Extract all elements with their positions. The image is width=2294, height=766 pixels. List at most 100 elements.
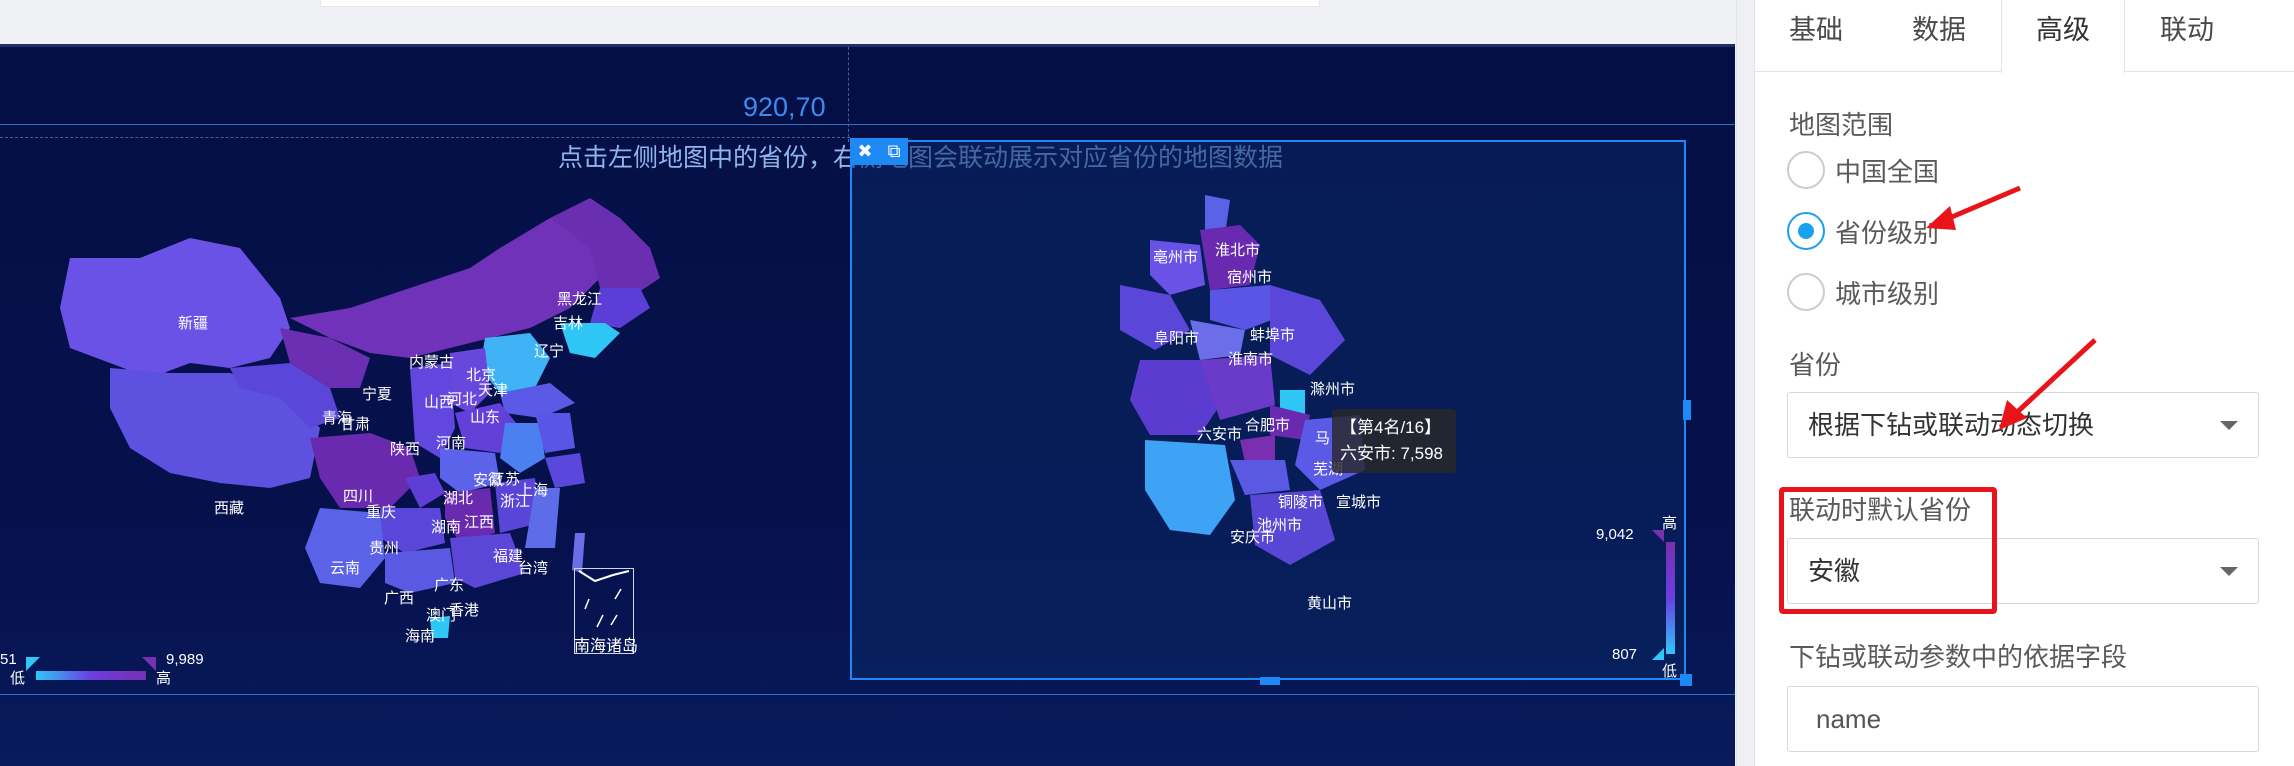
resize-handle-bottom[interactable] bbox=[1260, 677, 1280, 685]
legend-high-label: 高 bbox=[1662, 515, 1678, 532]
map-label: 江西 bbox=[464, 514, 495, 531]
radio-china-nationwide[interactable]: 中国全国 bbox=[1787, 150, 1939, 190]
close-icon[interactable]: ✖ bbox=[858, 142, 873, 161]
radio-city-level[interactable]: 城市级别 bbox=[1787, 272, 1939, 312]
annotation-arrow-icon bbox=[1999, 338, 2097, 430]
anhui-map-label: 黄山市 bbox=[1307, 595, 1353, 612]
legend-low-marker bbox=[1652, 648, 1664, 660]
region-chongqing[interactable] bbox=[405, 473, 445, 508]
map-label: 云南 bbox=[330, 560, 361, 577]
legend-min-value: 807 bbox=[1612, 646, 1638, 663]
anhui-map-label: 蚌埠市 bbox=[1250, 327, 1296, 344]
legend-gradient-bar bbox=[36, 671, 146, 680]
anhui-map-label: 合肥市 bbox=[1245, 417, 1291, 434]
legend-max-value: 9,989 bbox=[166, 651, 204, 668]
anhui-map-legend: 9,042 高 807 低 bbox=[1596, 512, 1686, 682]
board-top-border bbox=[0, 44, 1735, 47]
legend-high-marker bbox=[1652, 530, 1664, 542]
basis-field-input[interactable]: name bbox=[1787, 686, 2259, 752]
canvas-area[interactable]: 920,70 点击左侧地图中的省份，右侧地图会联动展示对应省份的地图数据 新疆 … bbox=[0, 0, 1748, 766]
region-anqing[interactable] bbox=[1145, 440, 1235, 535]
map-label: 山西 bbox=[424, 394, 455, 411]
map-label: 湖南 bbox=[431, 519, 462, 536]
map-tooltip: 【第4名/16】 六安市: 7,598 bbox=[1332, 409, 1456, 473]
map-label: 广西 bbox=[384, 590, 415, 607]
radio-label: 城市级别 bbox=[1835, 278, 1940, 309]
map-label: 江苏 bbox=[490, 471, 521, 488]
map-label: 辽宁 bbox=[534, 343, 565, 360]
south-sea-label: 南海诸岛 bbox=[574, 638, 639, 655]
widget-toolbar: ✖ ⧉ bbox=[850, 138, 908, 165]
radio-circle[interactable] bbox=[1787, 151, 1825, 189]
region-taiwan[interactable] bbox=[572, 533, 585, 573]
province-label: 省份 bbox=[1789, 350, 1842, 380]
map-label: 贵州 bbox=[369, 540, 400, 557]
basis-field-value: name bbox=[1816, 704, 1882, 734]
copy-icon[interactable]: ⧉ bbox=[888, 142, 901, 161]
tab-basic[interactable]: 基础 bbox=[1755, 0, 1877, 72]
chevron-down-icon bbox=[2220, 567, 2238, 576]
map-label: 陕西 bbox=[390, 441, 421, 458]
map-label: 澳门 bbox=[426, 607, 457, 624]
resize-handle-right[interactable] bbox=[1683, 400, 1691, 420]
tab-advanced[interactable]: 高级 bbox=[2001, 0, 2125, 73]
map-label: 西藏 bbox=[214, 500, 245, 517]
legend-low-label: 低 bbox=[1662, 663, 1678, 680]
map-label: 内蒙古 bbox=[409, 354, 455, 371]
anhui-map-label: 安庆市 bbox=[1230, 529, 1276, 546]
annotation-arrow-icon bbox=[1926, 185, 2021, 230]
legend-high-marker bbox=[142, 657, 156, 671]
map-label: 吉林 bbox=[553, 315, 584, 332]
map-label: 重庆 bbox=[366, 504, 397, 521]
map-label: 河南 bbox=[436, 435, 467, 452]
tooltip-rank: 【第4名/16】 bbox=[1340, 418, 1442, 437]
region-xinjiang[interactable] bbox=[60, 238, 290, 378]
basis-field-label: 下钻或联动参数中的依据字段 bbox=[1789, 642, 2128, 672]
region-chizhou[interactable] bbox=[1230, 460, 1290, 495]
map-range-label: 地图范围 bbox=[1789, 110, 1894, 140]
map-label: 海南 bbox=[405, 628, 436, 645]
legend-max-value: 9,042 bbox=[1596, 526, 1634, 543]
anhui-map-label: 淮南市 bbox=[1228, 351, 1274, 368]
anhui-map-label: 宿州市 bbox=[1227, 269, 1273, 286]
legend-gradient-bar bbox=[1666, 542, 1675, 654]
anhui-map-label: 六安市 bbox=[1197, 426, 1243, 443]
anhui-map-label: 铜陵市 bbox=[1278, 494, 1324, 511]
anhui-map-label: 亳州市 bbox=[1153, 249, 1199, 266]
map-label: 天津 bbox=[478, 382, 509, 399]
tab-data[interactable]: 数据 bbox=[1877, 0, 2001, 72]
map-label: 黑龙江 bbox=[557, 291, 603, 308]
chevron-down-icon bbox=[2220, 421, 2238, 430]
coordinate-readout: 920,70 bbox=[743, 92, 826, 122]
anhui-map-label: 马 bbox=[1315, 430, 1331, 447]
anhui-map-label: 滁州市 bbox=[1310, 381, 1356, 398]
alignment-guide-horizontal bbox=[0, 124, 1735, 125]
china-map-legend: 51 低 9,989 高 bbox=[0, 651, 230, 691]
alignment-guide-vertical bbox=[848, 47, 849, 142]
map-label: 浙江 bbox=[500, 493, 531, 510]
radio-circle[interactable] bbox=[1787, 273, 1825, 311]
tab-linkage[interactable]: 联动 bbox=[2125, 0, 2249, 72]
anhui-map-label: 宣城市 bbox=[1336, 494, 1382, 511]
radio-province-level[interactable]: 省份级别 bbox=[1787, 211, 1939, 251]
region-anhui[interactable] bbox=[500, 423, 545, 473]
anhui-map-label: 阜阳市 bbox=[1154, 330, 1200, 347]
annotation-highlight-box bbox=[1779, 487, 1997, 614]
region-zhejiang[interactable] bbox=[545, 453, 585, 488]
tooltip-value: 六安市: 7,598 bbox=[1340, 444, 1443, 463]
panel-scrollbar[interactable] bbox=[1736, 0, 1754, 766]
region-tongling[interactable] bbox=[1240, 435, 1275, 462]
alignment-guide-bottom bbox=[0, 694, 1735, 695]
radio-circle-checked[interactable] bbox=[1787, 212, 1825, 250]
region-inner-mongolia[interactable] bbox=[290, 218, 600, 358]
map-label: 湖北 bbox=[443, 490, 474, 507]
map-label: 台湾 bbox=[518, 560, 549, 577]
legend-low-marker bbox=[26, 657, 40, 671]
map-label: 广东 bbox=[434, 577, 465, 594]
map-label: 甘肃 bbox=[340, 416, 371, 433]
map-label: 山东 bbox=[470, 409, 501, 426]
top-input-strip bbox=[320, 0, 1320, 7]
legend-low-label: 低 bbox=[10, 670, 26, 687]
legend-min-value: 51 bbox=[0, 651, 17, 668]
anhui-map-label: 淮北市 bbox=[1215, 242, 1261, 259]
